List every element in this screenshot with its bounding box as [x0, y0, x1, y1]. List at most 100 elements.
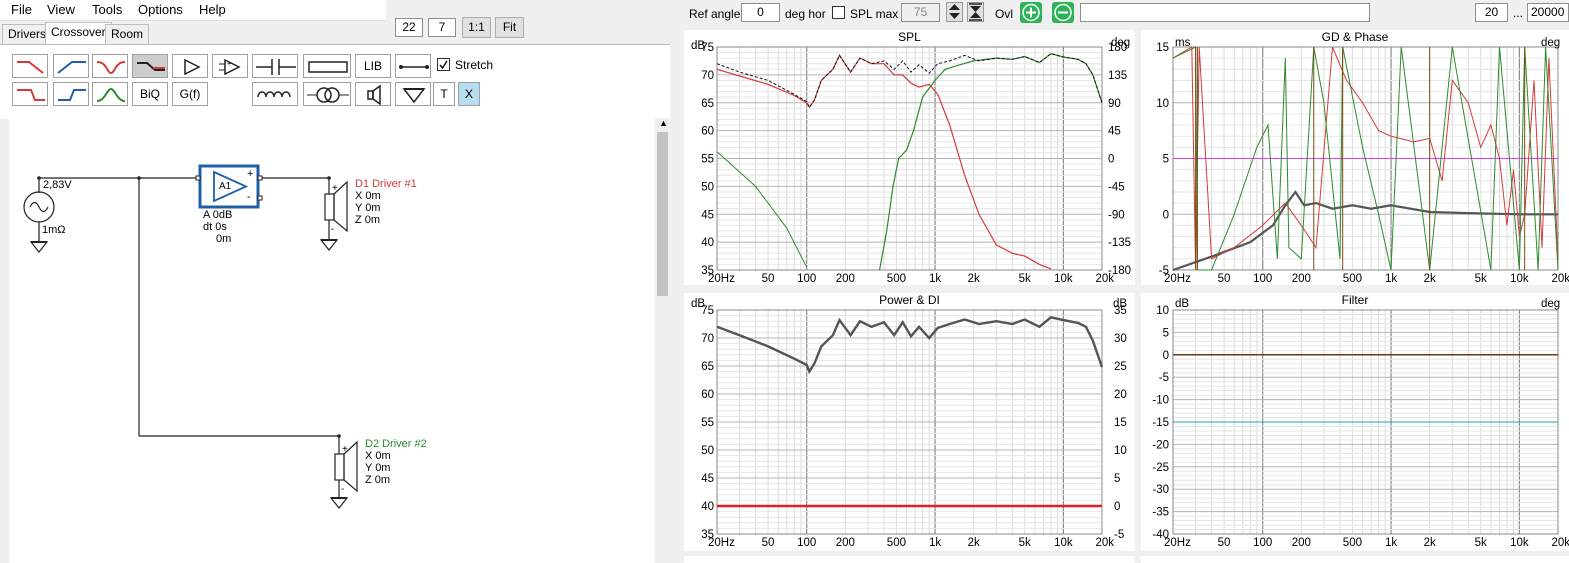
spl-left-y-tick: 45 [701, 209, 714, 221]
scrollbar-thumb[interactable] [657, 132, 668, 296]
menu-view[interactable]: View [47, 2, 75, 17]
spl-left-y-tick: 50 [701, 181, 714, 193]
highpass-2nd-blue-button[interactable] [53, 82, 89, 106]
bandpass-green-button[interactable] [92, 82, 128, 106]
driver-d2-symbol[interactable] [333, 442, 359, 492]
zoom-1to1-button[interactable]: 1:1 [462, 17, 491, 38]
gd-left-y-tick: 5 [1163, 154, 1169, 166]
gd-left-unit: ms [1175, 37, 1191, 49]
add-overlay-button[interactable] [1020, 2, 1042, 23]
driver-d1-symbol[interactable] [323, 182, 349, 232]
power-response-curve [716, 316, 1104, 375]
ground-button[interactable] [395, 82, 431, 106]
filter-panel[interactable]: 20Hz 50 100 200 500 1k 2k 5k 10k 20k 10 5 0 -5 -10 -15-… [1141, 293, 1569, 551]
bandstop-red-button[interactable] [92, 54, 128, 78]
collapse-icon [969, 3, 982, 21]
spl-max-input[interactable]: 75 [901, 3, 940, 22]
inductor-button[interactable] [252, 82, 298, 106]
spl-freq-tick: 5k [1019, 273, 1031, 285]
menu-options[interactable]: Options [138, 2, 183, 17]
delete-tool-button[interactable]: X [458, 82, 480, 106]
power-freq-tick: 50 [762, 537, 775, 549]
highpass-1st-blue-button[interactable] [53, 54, 89, 78]
text-tool-button[interactable]: T [433, 82, 455, 106]
spl-max-checkbox[interactable] [832, 6, 845, 19]
spl-left-y-tick: 60 [701, 126, 714, 138]
bandpass-green-icon [96, 87, 126, 102]
tab-room[interactable]: Room [105, 24, 150, 44]
zoom-value-1[interactable]: 22 [395, 18, 423, 37]
scroll-up-icon[interactable]: ▲ [659, 118, 668, 128]
amp-offset: 0m [216, 233, 232, 245]
summing-amp-button[interactable]: + [212, 54, 248, 78]
zoom-fit-button[interactable]: Fit [495, 17, 524, 38]
menu-tools[interactable]: Tools [92, 2, 122, 17]
ref-angle-label: Ref angle [689, 7, 741, 21]
transfer-function-button[interactable]: G(f) [172, 82, 208, 106]
power-di-panel[interactable]: 20Hz 50 100 200 500 1k 2k 5k 10k 20k 75 70 65 60 55 50 4… [684, 293, 1135, 551]
filter-graph: 20Hz 50 100 200 500 1k 2k 5k 10k 20k1050-5-10-15-… [1152, 305, 1569, 549]
amp-gain: A 0dB [203, 209, 233, 221]
schematic-canvas[interactable]: + - + - + - 2,83V 1mΩ A1 A 0dB dt 0s 0m … [9, 118, 655, 563]
freq-max-input[interactable]: 20000 [1527, 3, 1569, 22]
up-down-icon [949, 4, 960, 19]
d1-x: X 0m [355, 190, 381, 202]
biquad-button[interactable]: BiQ [132, 82, 168, 106]
lowpass-1st-red-button[interactable] [12, 54, 48, 78]
spl-freq-tick: 1k [929, 273, 941, 285]
transformer-icon [316, 87, 332, 103]
menu-file[interactable]: File [11, 2, 32, 17]
highpass-step-icon [58, 89, 86, 101]
transformer-button[interactable] [303, 82, 351, 106]
menu-help[interactable]: Help [199, 2, 226, 17]
capacitor-button[interactable] [252, 54, 298, 78]
zoom-value-2[interactable]: 7 [428, 18, 456, 37]
remove-overlay-button[interactable] [1052, 2, 1074, 23]
text-tool-label: T [440, 87, 448, 101]
driver-button[interactable] [355, 82, 391, 106]
gd-freq-tick: 200 [1292, 273, 1311, 285]
resistor-button[interactable] [303, 54, 351, 78]
spl-reset-button[interactable] [967, 2, 984, 22]
amplifier-button[interactable] [172, 54, 208, 78]
filter-left-y-tick: -35 [1152, 507, 1169, 519]
ref-angle-input[interactable]: 0 [741, 3, 780, 22]
check-icon [439, 60, 448, 70]
filter-freq-tick: 1k [1385, 537, 1397, 549]
spl-up-down-button[interactable] [946, 2, 963, 22]
spl-freq-tick: 2k [968, 273, 980, 285]
spl-left-y-tick: 40 [701, 237, 714, 249]
d1-y: Y 0m [355, 202, 381, 214]
d2-name[interactable]: D2 Driver #2 [365, 438, 427, 450]
filter-left-y-tick: -30 [1152, 484, 1169, 496]
power-left-unit: dB [691, 298, 706, 310]
spl-freq-tick: 10k [1054, 273, 1073, 285]
highpass-blue-icon [57, 61, 86, 74]
stretch-label: Stretch [455, 58, 494, 72]
spl-phase-curve [716, 151, 808, 268]
lowpass-2nd-red-button[interactable] [12, 82, 48, 106]
freq-min-input[interactable]: 20 [1475, 3, 1508, 22]
overlay-name-input[interactable] [1080, 3, 1370, 22]
resistor-icon [308, 61, 348, 73]
library-button[interactable]: LIB [355, 54, 391, 78]
gd-phase-panel[interactable]: 20Hz 50 100 200 500 1k 2k 5k 10k 20k 15 10 5 0 -5 GD &… [1141, 30, 1569, 285]
d1-name[interactable]: D1 Driver #1 [355, 178, 417, 190]
power-right-y-tick: 20 [1114, 389, 1127, 401]
d1-z: Z 0m [355, 214, 381, 226]
source-voltage: 2,83V [43, 179, 72, 191]
power-freq-tick: 100 [797, 537, 816, 549]
notch-red-icon [96, 61, 126, 75]
filter-left-y-tick: -25 [1152, 462, 1169, 474]
power-freq-tick: 200 [836, 537, 855, 549]
shelf-red-button[interactable] [132, 54, 168, 78]
wire-button[interactable] [395, 54, 431, 78]
power-left-y-tick: 70 [701, 333, 714, 345]
power-freq-tick: 5k [1019, 537, 1031, 549]
schematic-scrollbar[interactable]: ▲ [655, 118, 670, 563]
power-left-y-tick: 65 [701, 361, 714, 373]
lowpass-step-icon [17, 89, 45, 101]
tab-crossover[interactable]: Crossover [45, 22, 112, 45]
stretch-checkbox[interactable] [437, 58, 450, 71]
spl-panel[interactable]: 20Hz 50 100 200 500 1k 2k 5k 10k 20k 75 70 65 60 55 50 4… [684, 30, 1135, 285]
